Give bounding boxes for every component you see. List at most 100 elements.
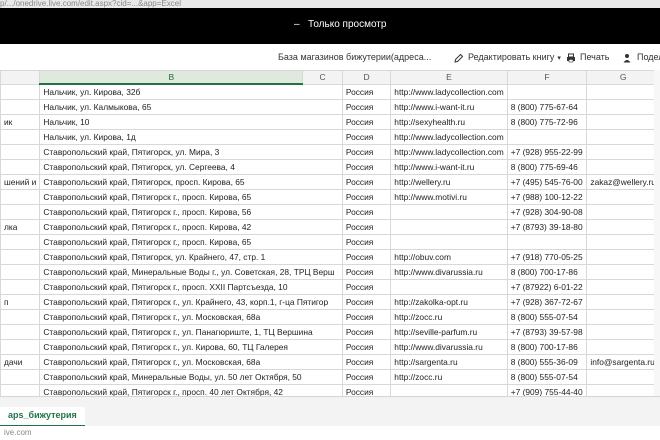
phone-cell[interactable]: 8 (800) 775-69-46: [506, 159, 588, 175]
print-button[interactable]: Печать: [566, 52, 609, 63]
country-cell[interactable]: Россия: [341, 339, 392, 355]
website-cell[interactable]: http://seville-parfum.ru: [390, 324, 508, 340]
edit-workbook-button[interactable]: Редактировать книгу ▾: [454, 52, 561, 63]
sheet-tab[interactable]: aps_бижутерия: [0, 407, 85, 427]
vertical-scrollbar[interactable]: [654, 70, 660, 396]
row-name-cell[interactable]: [0, 129, 41, 145]
column-header-d[interactable]: D: [341, 70, 392, 85]
email-cell[interactable]: [586, 83, 660, 100]
phone-cell[interactable]: 8 (800) 700-17-86: [506, 264, 588, 280]
column-header-c[interactable]: C: [302, 70, 343, 85]
row-name-cell[interactable]: ик: [0, 114, 41, 130]
row-name-cell[interactable]: [0, 234, 41, 250]
row-name-cell[interactable]: [0, 309, 41, 325]
website-cell[interactable]: http://www.ladycollection.com: [390, 83, 508, 100]
address-cell[interactable]: Ставропольский край, Минеральные Воды г.…: [39, 264, 343, 280]
address-cell[interactable]: Ставропольский край, Пятигорск г., ул. К…: [39, 339, 343, 355]
document-title[interactable]: База магазинов бижутерии(адреса...: [278, 52, 431, 62]
country-cell[interactable]: Россия: [341, 324, 392, 340]
website-cell[interactable]: [390, 204, 508, 220]
email-cell[interactable]: [586, 219, 660, 235]
column-header-e[interactable]: E: [390, 70, 508, 85]
row-name-cell[interactable]: [0, 339, 41, 355]
website-cell[interactable]: http://www.i-want-it.ru: [390, 99, 508, 115]
country-cell[interactable]: Россия: [341, 159, 392, 175]
country-cell[interactable]: Россия: [341, 174, 392, 190]
row-name-cell[interactable]: [0, 369, 41, 385]
share-button[interactable]: Подел: [623, 52, 660, 63]
phone-cell[interactable]: +7 (495) 545-76-00: [506, 174, 588, 190]
address-cell[interactable]: Ставропольский край, Пятигорск, ул. Серг…: [39, 159, 343, 175]
country-cell[interactable]: Россия: [341, 114, 392, 130]
website-cell[interactable]: http://zakolka-opt.ru: [390, 294, 508, 310]
email-cell[interactable]: [586, 159, 660, 175]
phone-cell[interactable]: 8 (800) 775-67-64: [506, 99, 588, 115]
address-cell[interactable]: Ставропольский край, Пятигорск г., ул. М…: [39, 309, 343, 325]
email-cell[interactable]: [586, 114, 660, 130]
website-cell[interactable]: http://www.divarussia.ru: [390, 264, 508, 280]
row-name-cell[interactable]: лка: [0, 219, 41, 235]
row-name-cell[interactable]: [0, 249, 41, 265]
address-cell[interactable]: Нальчик, 10: [39, 114, 343, 130]
website-cell[interactable]: http://sargenta.ru: [390, 354, 508, 370]
phone-cell[interactable]: +7 (918) 770-05-25: [506, 249, 588, 265]
email-cell[interactable]: zakaz@wellery.ru: [586, 174, 660, 190]
row-name-cell[interactable]: [0, 99, 41, 115]
country-cell[interactable]: Россия: [341, 219, 392, 235]
browser-url-bar[interactable]: p/.../onedrive.live.com/edit.aspx?cid=..…: [0, 0, 660, 8]
row-name-cell[interactable]: [0, 83, 41, 100]
website-cell[interactable]: http://www.motivi.ru: [390, 189, 508, 205]
email-cell[interactable]: [586, 264, 660, 280]
address-cell[interactable]: Ставропольский край, Пятигорск г., просп…: [39, 189, 343, 205]
website-cell[interactable]: http://www.divarussia.ru: [390, 339, 508, 355]
row-name-cell[interactable]: [0, 384, 41, 396]
country-cell[interactable]: Россия: [341, 354, 392, 370]
corner-cell[interactable]: [0, 70, 41, 85]
column-header-g[interactable]: G: [586, 70, 660, 85]
phone-cell[interactable]: +7 (928) 367-72-67: [506, 294, 588, 310]
website-cell[interactable]: http://www.i-want-it.ru: [390, 159, 508, 175]
website-cell[interactable]: http://www.ladycollection.com: [390, 129, 508, 145]
address-cell[interactable]: Нальчик, ул. Кирова, 32б: [39, 83, 343, 100]
email-cell[interactable]: info@sargenta.ru: [586, 354, 660, 370]
address-cell[interactable]: Ставропольский край, Пятигорск г., ул. К…: [39, 294, 343, 310]
phone-cell[interactable]: [506, 129, 588, 145]
address-cell[interactable]: Ставропольский край, Пятигорск г., ул. М…: [39, 354, 343, 370]
row-name-cell[interactable]: дачи: [0, 354, 41, 370]
address-cell[interactable]: Ставропольский край, Пятигорск г., ул. П…: [39, 324, 343, 340]
phone-cell[interactable]: +7 (909) 755-44-40: [506, 384, 588, 396]
phone-cell[interactable]: 8 (800) 555-07-54: [506, 309, 588, 325]
country-cell[interactable]: Россия: [341, 204, 392, 220]
phone-cell[interactable]: +7 (988) 100-12-22: [506, 189, 588, 205]
email-cell[interactable]: [586, 234, 660, 250]
email-cell[interactable]: [586, 339, 660, 355]
country-cell[interactable]: Россия: [341, 264, 392, 280]
address-cell[interactable]: Ставропольский край, Пятигорск г., просп…: [39, 219, 343, 235]
email-cell[interactable]: [586, 189, 660, 205]
website-cell[interactable]: http://wellery.ru: [390, 174, 508, 190]
country-cell[interactable]: Россия: [341, 249, 392, 265]
website-cell[interactable]: http://www.ladycollection.com: [390, 144, 508, 160]
country-cell[interactable]: Россия: [341, 279, 392, 295]
country-cell[interactable]: Россия: [341, 384, 392, 396]
country-cell[interactable]: Россия: [341, 309, 392, 325]
email-cell[interactable]: [586, 204, 660, 220]
phone-cell[interactable]: 8 (800) 775-72-96: [506, 114, 588, 130]
row-name-cell[interactable]: [0, 204, 41, 220]
phone-cell[interactable]: [506, 234, 588, 250]
address-cell[interactable]: Ставропольский край, Пятигорск г., просп…: [39, 384, 343, 396]
website-cell[interactable]: [390, 279, 508, 295]
website-cell[interactable]: http://sexyhealth.ru: [390, 114, 508, 130]
row-name-cell[interactable]: [0, 264, 41, 280]
phone-cell[interactable]: +7 (928) 304-90-08: [506, 204, 588, 220]
country-cell[interactable]: Россия: [341, 294, 392, 310]
country-cell[interactable]: Россия: [341, 129, 392, 145]
email-cell[interactable]: [586, 369, 660, 385]
phone-cell[interactable]: 8 (800) 700-17-86: [506, 339, 588, 355]
row-name-cell[interactable]: [0, 144, 41, 160]
website-cell[interactable]: [390, 219, 508, 235]
phone-cell[interactable]: +7 (8793) 39-18-80: [506, 219, 588, 235]
email-cell[interactable]: [586, 279, 660, 295]
country-cell[interactable]: Россия: [341, 234, 392, 250]
email-cell[interactable]: [586, 294, 660, 310]
